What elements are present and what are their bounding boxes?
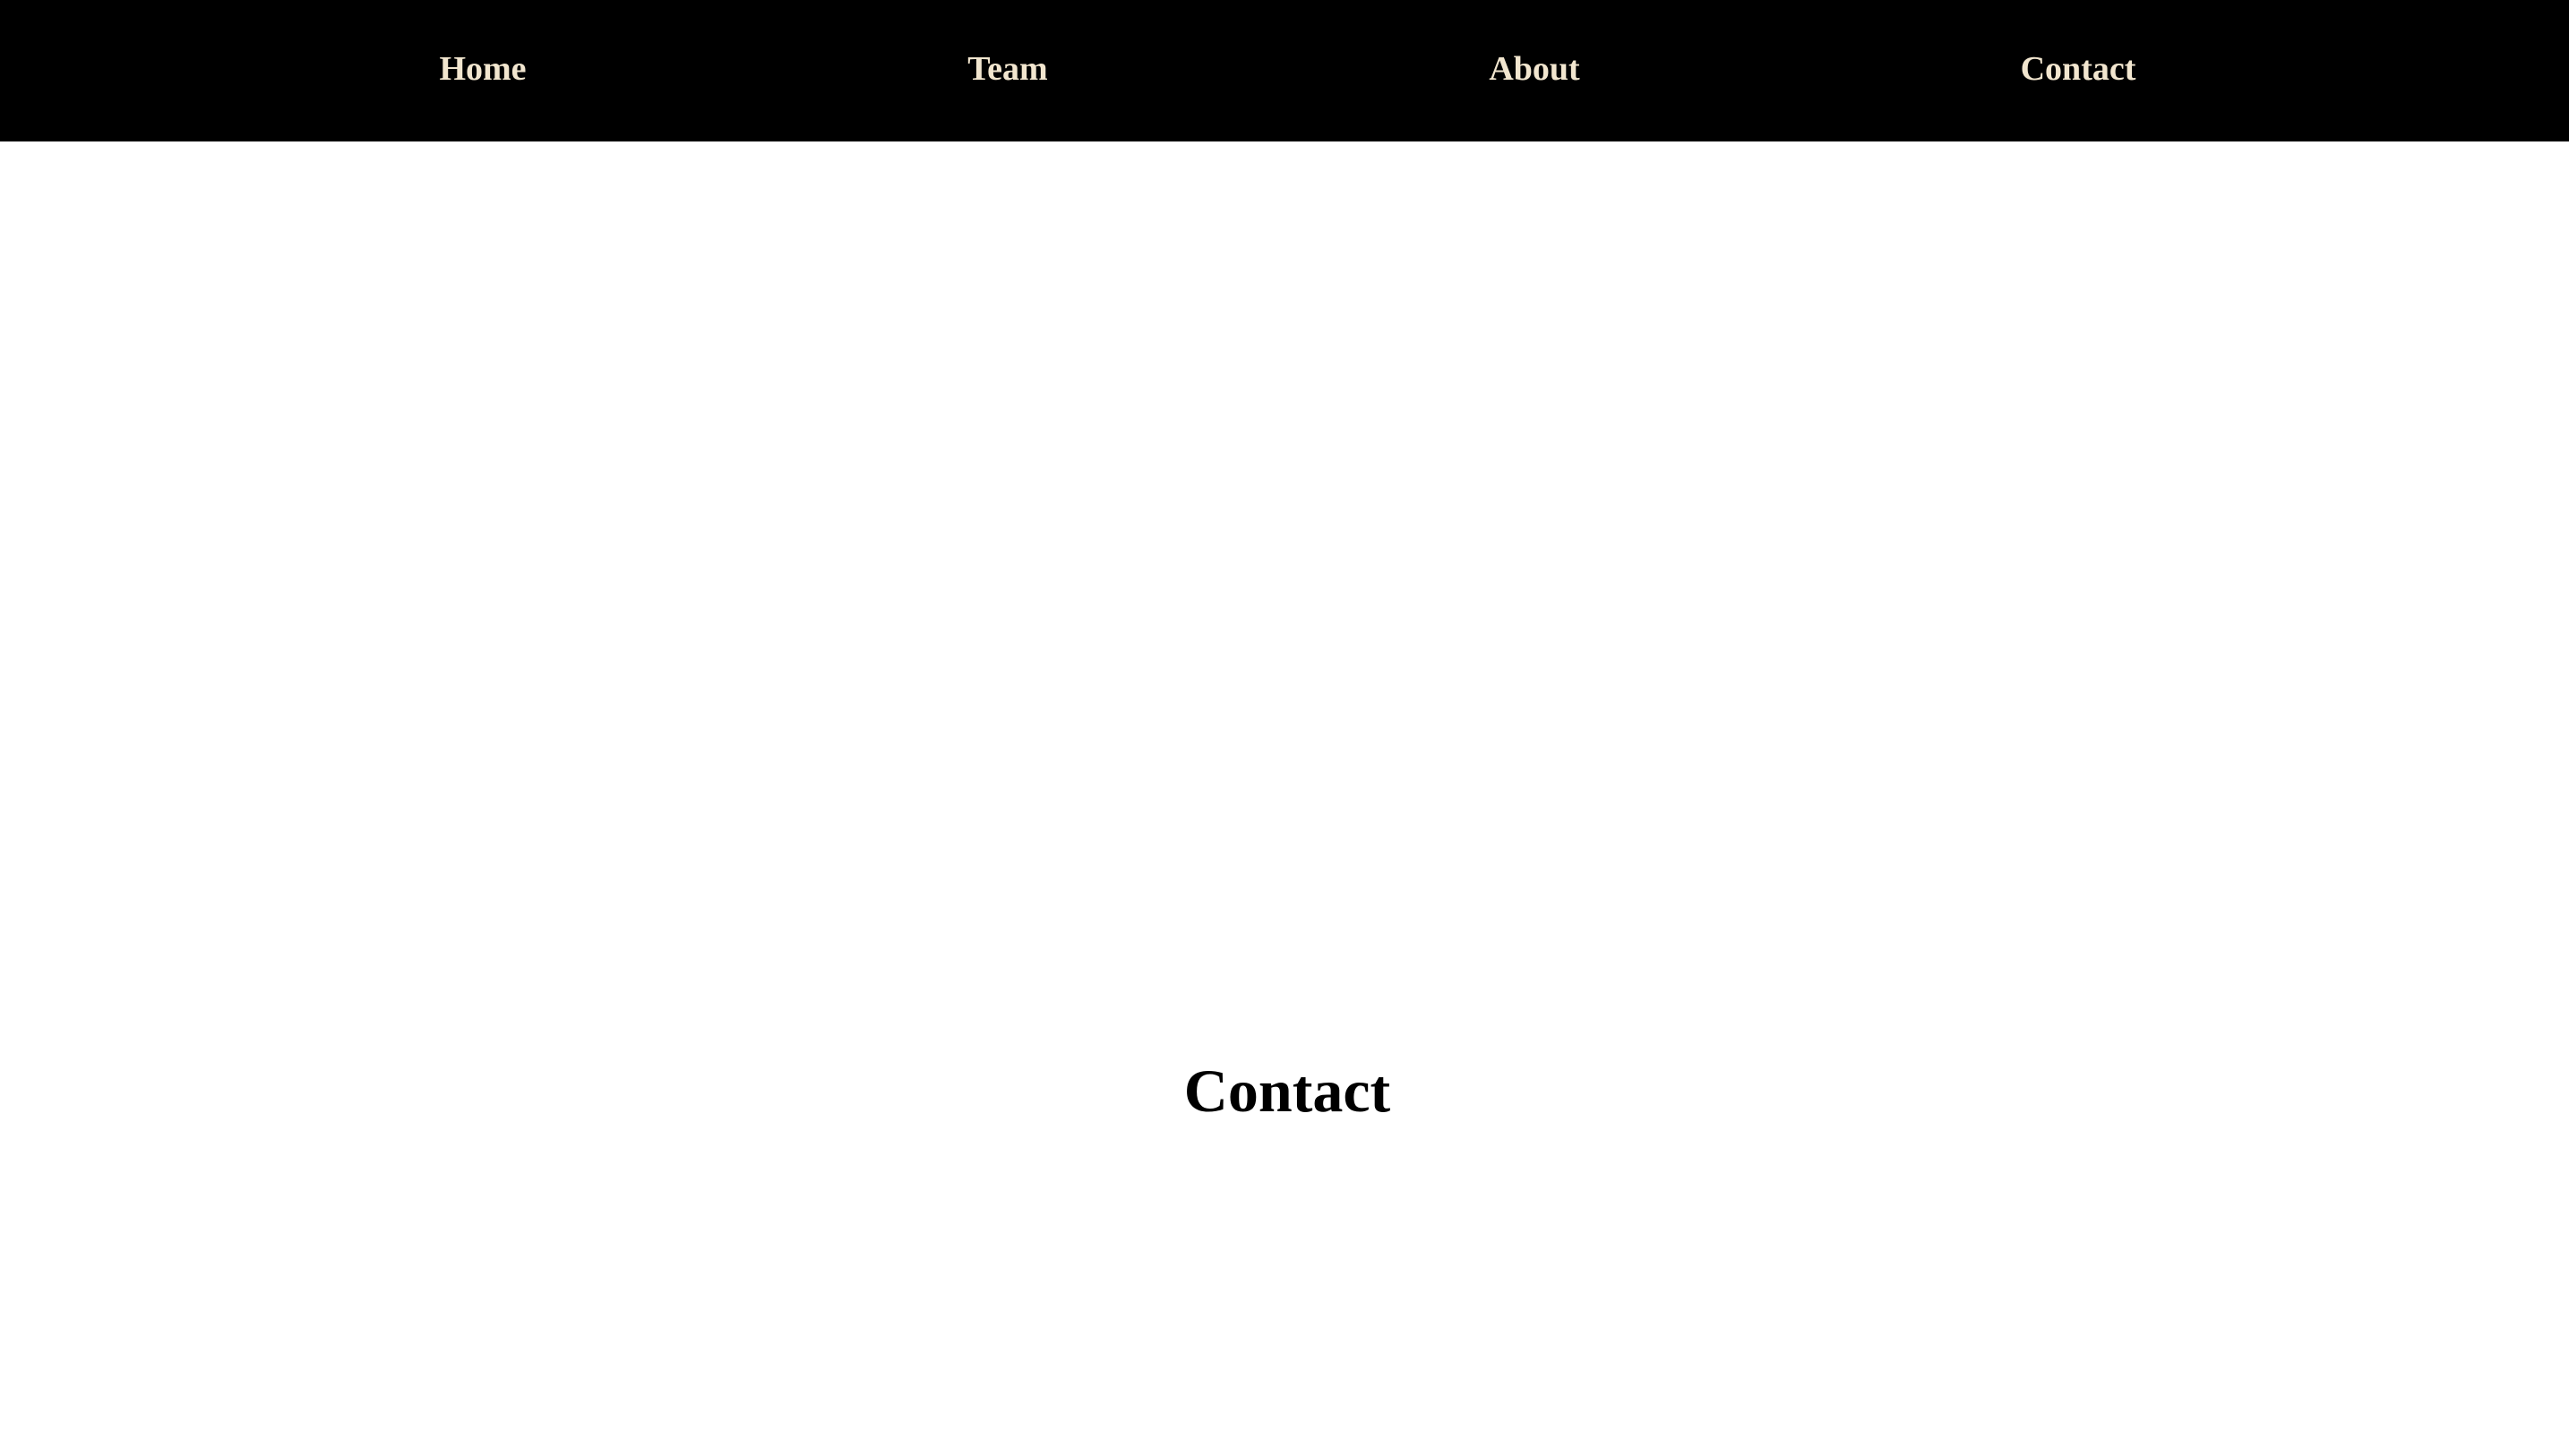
page-title: Contact <box>1183 1057 1391 1125</box>
main-content: Contact <box>0 141 2569 1456</box>
nav-link-about[interactable]: About <box>1489 0 1579 138</box>
nav-link-home[interactable]: Home <box>439 0 526 138</box>
top-navbar: Home Team About Contact <box>0 0 2569 141</box>
nav-link-contact[interactable]: Contact <box>2021 0 2136 138</box>
nav-link-team[interactable]: Team <box>967 0 1047 138</box>
